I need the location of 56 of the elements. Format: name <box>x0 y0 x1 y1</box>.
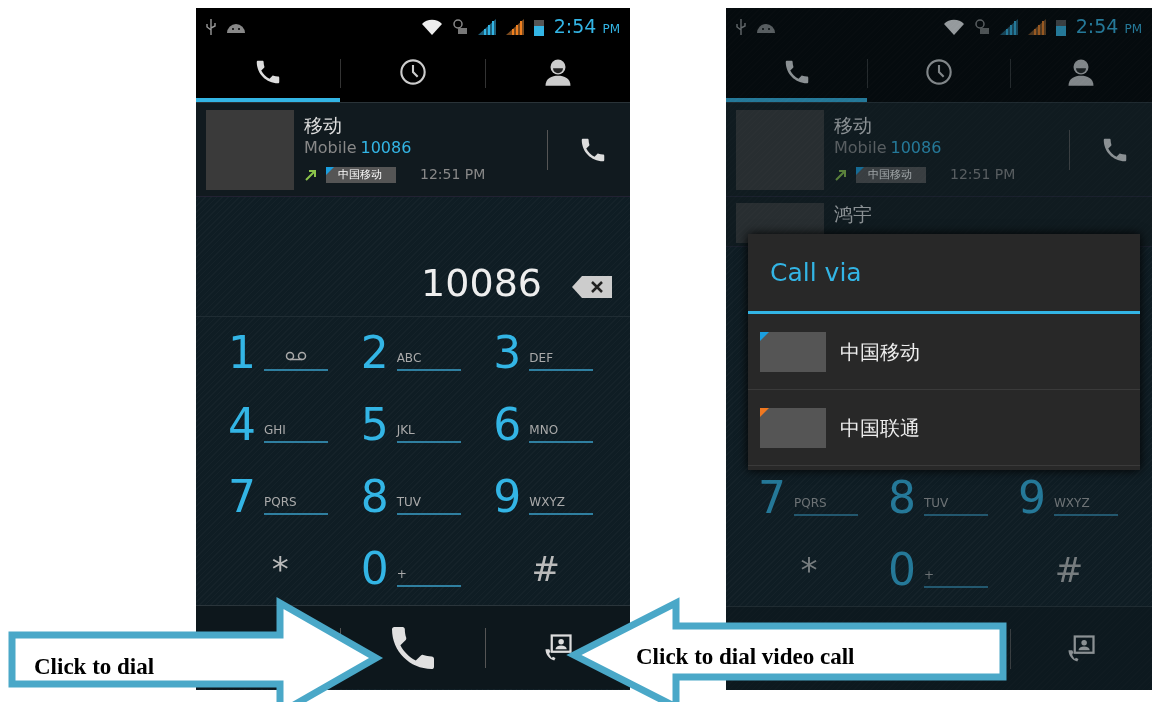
signal-icon <box>505 18 524 35</box>
sim-option[interactable]: 中国移动 <box>748 314 1140 390</box>
number-type: Mobile <box>834 137 887 160</box>
usb-icon <box>736 18 746 35</box>
status-time: 2:54 PM <box>553 14 620 40</box>
key[interactable]: 5 JKL <box>360 403 461 447</box>
call-log-row[interactable]: 移动 Mobile 10086 中国移动 12:51 PM <box>726 103 1152 197</box>
key[interactable]: 9 WXYZ <box>1018 476 1118 520</box>
phone-number: 10086 <box>890 137 942 160</box>
key[interactable]: 7 PQRS <box>228 475 328 519</box>
wifi-icon <box>943 18 964 35</box>
key[interactable]: 7 PQRS <box>758 476 858 520</box>
clock-icon <box>399 57 427 86</box>
signal-icon <box>1027 18 1046 35</box>
call-time: 12:51 PM <box>950 165 1016 185</box>
voicemail-icon <box>285 349 307 362</box>
signal-icon <box>999 18 1018 35</box>
key[interactable]: # <box>1048 552 1090 588</box>
key[interactable]: 9 WXYZ <box>493 475 594 519</box>
sim-label: 中国移动 <box>326 166 396 184</box>
contact-name: 移动 <box>304 113 343 137</box>
video-call-icon <box>543 632 573 663</box>
outgoing-arrow-icon <box>304 167 318 182</box>
backspace-icon <box>572 275 612 298</box>
phone-number: 10086 <box>360 137 412 160</box>
key[interactable]: 8 TUV <box>360 475 461 519</box>
clock-icon <box>925 57 953 86</box>
outgoing-arrow-icon <box>834 167 848 182</box>
sim-option[interactable]: 中国联通 <box>748 390 1140 466</box>
callout-text: Click to dial video call <box>636 643 855 671</box>
wifi-icon <box>421 18 442 35</box>
key[interactable]: * <box>265 551 295 587</box>
dialed-number: 10086 <box>421 264 542 302</box>
key[interactable]: 4 GHI <box>228 403 328 447</box>
key[interactable]: 1 <box>228 331 328 375</box>
signal-icon <box>477 18 496 35</box>
dialog-title: Call via <box>748 234 1140 314</box>
usb-icon <box>206 18 216 35</box>
battery-icon <box>533 17 544 36</box>
callout-text: Click to dial <box>34 653 155 681</box>
key[interactable]: 2 ABC <box>360 331 461 375</box>
battery-icon <box>1055 17 1066 36</box>
key[interactable]: 3 DEF <box>493 331 594 375</box>
key[interactable]: 0 + <box>360 547 461 591</box>
contact-name: 移动 <box>834 113 873 137</box>
key[interactable]: 6 MNO <box>493 403 594 447</box>
video-call-icon <box>1066 633 1097 664</box>
call-time: 12:51 PM <box>420 165 486 185</box>
key[interactable]: 8 TUV <box>888 476 988 520</box>
key[interactable]: # <box>525 551 566 587</box>
call-log-row[interactable]: 移动 Mobile 10086 中国移动 12:51 PM <box>196 103 630 197</box>
contact-name: 鸿宇 <box>834 203 873 226</box>
key[interactable]: * <box>794 552 824 588</box>
number-type: Mobile <box>304 137 357 160</box>
sim-label: 中国移动 <box>856 166 926 184</box>
status-time: 2:54 PM <box>1075 14 1142 40</box>
